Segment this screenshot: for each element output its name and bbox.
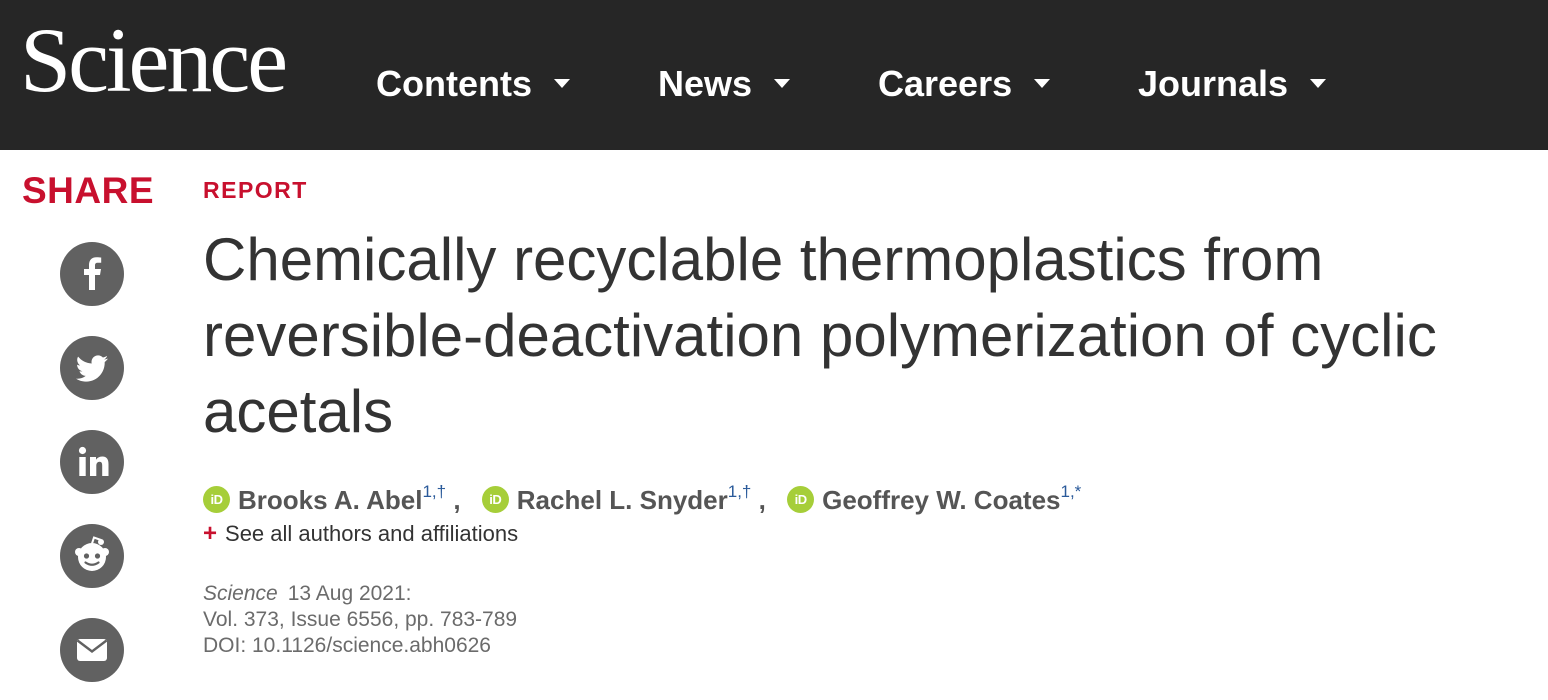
linkedin-icon — [78, 446, 109, 476]
citation-volume: Vol. 373, Issue 6556, pp. 783-789 — [203, 608, 518, 631]
author-affiliation-marker[interactable]: 1,† — [422, 482, 446, 501]
chevron-down-icon — [1310, 78, 1327, 88]
share-twitter-button[interactable] — [60, 336, 124, 400]
chevron-down-icon — [774, 78, 791, 88]
orcid-icon[interactable]: iD — [787, 486, 815, 514]
nav-contents[interactable]: Contents — [376, 64, 570, 104]
author-entry: iD Geoffrey W. Coates1,* — [787, 482, 1082, 515]
author-separator: , — [758, 484, 766, 515]
article-title: Chemically recyclable thermoplastics fro… — [203, 226, 1437, 445]
author-affiliation-marker[interactable]: 1,† — [728, 482, 752, 501]
author-name-link[interactable]: Brooks A. Abel — [238, 485, 422, 515]
plus-icon: + — [203, 520, 218, 547]
share-linkedin-button[interactable] — [60, 430, 124, 494]
author-entry: iD Brooks A. Abel1,† — [203, 482, 453, 515]
facebook-icon — [84, 257, 102, 290]
share-email-button[interactable] — [60, 618, 124, 682]
citation-journal-line: Science 13 Aug 2021: — [203, 581, 517, 607]
science-logo[interactable]: Science — [20, 14, 288, 106]
chevron-down-icon — [1034, 78, 1051, 88]
citation-block: Science 13 Aug 2021: Vol. 373, Issue 6556… — [203, 581, 517, 659]
author-list: iD Brooks A. Abel1,† , iD Rachel L. Snyder… — [203, 477, 1081, 517]
citation-date: 13 Aug 2021: — [287, 582, 412, 605]
reddit-icon — [75, 536, 109, 571]
see-all-authors-toggle[interactable]: + See all authors and affiliations — [203, 520, 518, 548]
nav-careers[interactable]: Careers — [878, 63, 1051, 104]
nav-careers-label: Careers — [878, 63, 1013, 104]
orcid-icon[interactable]: iD — [203, 486, 230, 514]
author-affiliation-marker[interactable]: 1,* — [1061, 482, 1082, 501]
top-navigation-bar: Science Contents News Careers Journals — [0, 0, 1548, 150]
orcid-icon[interactable]: iD — [481, 486, 509, 514]
chevron-down-icon — [554, 78, 570, 88]
nav-news-label: News — [658, 63, 753, 104]
author-name-link[interactable]: Rachel L. Snyder — [517, 485, 728, 515]
author-entry: iD Rachel L. Snyder1,† — [481, 482, 759, 515]
nav-journals[interactable]: Journals — [1138, 63, 1327, 104]
share-facebook-button[interactable] — [60, 242, 124, 306]
article-type-label: REPORT — [203, 177, 308, 203]
citation-doi: DOI: 10.1126/science.abh0626 — [203, 634, 491, 657]
email-icon — [76, 639, 108, 661]
nav-journals-label: Journals — [1138, 63, 1289, 104]
nav-contents-label: Contents — [376, 63, 532, 104]
author-separator: , — [453, 484, 461, 515]
twitter-icon — [75, 355, 108, 382]
see-all-authors-label: See all authors and affiliations — [225, 521, 519, 546]
citation-journal: Science — [203, 582, 278, 605]
share-reddit-button[interactable] — [60, 524, 124, 588]
nav-news[interactable]: News — [658, 63, 791, 104]
share-label: SHARE — [22, 170, 155, 211]
author-name-link[interactable]: Geoffrey W. Coates — [822, 485, 1060, 515]
